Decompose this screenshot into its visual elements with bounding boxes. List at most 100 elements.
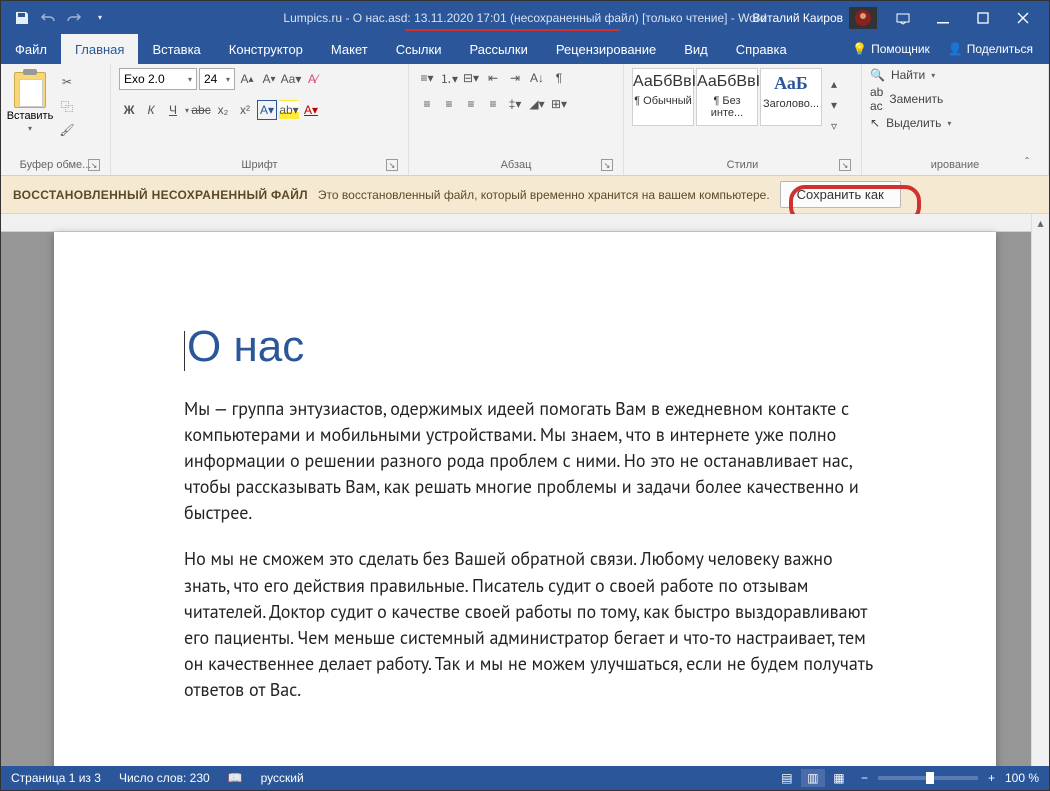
grow-font-icon[interactable]: A▴	[237, 69, 257, 89]
font-size-combo[interactable]: 24▾	[199, 68, 235, 90]
redo-icon[interactable]	[65, 9, 83, 27]
align-left-icon[interactable]: ≡	[417, 94, 437, 114]
sort-icon[interactable]: A↓	[527, 68, 547, 88]
style-preview: АаБбВвІ	[633, 73, 693, 91]
ribbon: Вставить ▾ ✂ ⿻ 🖌 Буфер обме...↘ Exo 2.0▾…	[1, 64, 1049, 176]
line-spacing-icon[interactable]: ‡▾	[505, 94, 525, 114]
align-center-icon[interactable]: ≡	[439, 94, 459, 114]
select-button[interactable]: ↖Выделить ▾	[870, 116, 951, 130]
save-icon[interactable]	[13, 9, 31, 27]
document-area: ▴ О нас Мы — группа энтузиастов, одержим…	[1, 214, 1049, 766]
status-words[interactable]: Число слов: 230	[119, 771, 210, 785]
subscript-icon[interactable]: x₂	[213, 100, 233, 120]
align-right-icon[interactable]: ≡	[461, 94, 481, 114]
zoom-level[interactable]: 100 %	[1005, 771, 1039, 785]
status-language[interactable]: русский	[261, 771, 304, 785]
read-mode-icon[interactable]: ▤	[775, 769, 799, 787]
text-effects-icon[interactable]: A▾	[257, 100, 277, 120]
scroll-up-icon[interactable]: ▴	[1032, 214, 1049, 232]
vertical-scrollbar[interactable]: ▴	[1031, 214, 1049, 766]
ribbon-tabs: Файл Главная Вставка Конструктор Макет С…	[1, 34, 1049, 64]
shrink-font-icon[interactable]: A▾	[259, 69, 279, 89]
tab-insert[interactable]: Вставка	[138, 34, 214, 64]
dialog-launcher-icon[interactable]: ↘	[88, 159, 100, 171]
web-layout-icon[interactable]: ▦	[827, 769, 851, 787]
strikethrough-icon[interactable]: abc	[191, 100, 211, 120]
styles-row-up-icon[interactable]: ▴	[824, 74, 844, 94]
tab-layout[interactable]: Макет	[317, 34, 382, 64]
zoom-out-icon[interactable]: −	[861, 771, 868, 785]
style-name: ¶ Обычный	[633, 95, 693, 107]
paste-label: Вставить	[7, 110, 54, 122]
style-preview: АаБ	[761, 73, 821, 94]
dialog-launcher-icon[interactable]: ↘	[386, 159, 398, 171]
change-case-icon[interactable]: Aa▾	[281, 69, 301, 89]
tab-file[interactable]: Файл	[1, 34, 61, 64]
qat-customize-icon[interactable]: ▾	[91, 9, 109, 27]
bold-button[interactable]: Ж	[119, 100, 139, 120]
status-proofing-icon[interactable]: 📖	[228, 771, 243, 785]
tab-design[interactable]: Конструктор	[215, 34, 317, 64]
zoom-slider[interactable]	[878, 776, 978, 780]
highlight-icon[interactable]: ab▾	[279, 100, 299, 120]
tab-mailings[interactable]: Рассылки	[455, 34, 541, 64]
document-page[interactable]: О нас Мы — группа энтузиастов, одержимых…	[54, 232, 996, 766]
share-icon: 👤	[948, 42, 963, 56]
status-page[interactable]: Страница 1 из 3	[11, 771, 101, 785]
font-color-icon[interactable]: A▾	[301, 100, 321, 120]
save-as-button[interactable]: Сохранить как	[780, 181, 901, 208]
maximize-icon[interactable]	[963, 4, 1003, 32]
format-painter-icon[interactable]: 🖌	[57, 120, 77, 140]
style-no-spacing[interactable]: АаБбВвІ ¶ Без инте...	[696, 68, 758, 126]
word-window: ▾ Lumpics.ru - О нас.asd: 13.11.2020 17:…	[0, 0, 1050, 791]
tab-view[interactable]: Вид	[670, 34, 722, 64]
bullets-icon[interactable]: ≡▾	[417, 68, 437, 88]
cursor-icon: ↖	[870, 116, 880, 130]
tab-review[interactable]: Рецензирование	[542, 34, 670, 64]
style-normal[interactable]: АаБбВвІ ¶ Обычный	[632, 68, 694, 126]
cut-icon[interactable]: ✂	[57, 72, 77, 92]
tab-references[interactable]: Ссылки	[382, 34, 456, 64]
tell-me-button[interactable]: 💡Помощник	[844, 42, 938, 56]
font-name-combo[interactable]: Exo 2.0▾	[119, 68, 197, 90]
numbering-icon[interactable]: ⒈▾	[439, 68, 459, 88]
dialog-launcher-icon[interactable]: ↘	[601, 159, 613, 171]
search-icon: 🔍	[870, 68, 885, 82]
replace-button[interactable]: abacЗаменить	[870, 85, 951, 113]
tab-home[interactable]: Главная	[61, 34, 138, 64]
collapse-ribbon-icon[interactable]: ˆ	[1025, 155, 1041, 171]
show-marks-icon[interactable]: ¶	[549, 68, 569, 88]
print-layout-icon[interactable]: ▥	[801, 769, 825, 787]
find-label: Найти	[891, 68, 925, 82]
underline-button[interactable]: Ч	[163, 100, 183, 120]
horizontal-ruler[interactable]	[1, 214, 1031, 232]
styles-row-down-icon[interactable]: ▾	[824, 95, 844, 115]
shading-icon[interactable]: ◢▾	[527, 94, 547, 114]
ribbon-display-icon[interactable]	[883, 4, 923, 32]
style-heading1[interactable]: АаБ Заголово...	[760, 68, 822, 126]
group-clipboard: Вставить ▾ ✂ ⿻ 🖌 Буфер обме...↘	[1, 64, 111, 175]
decrease-indent-icon[interactable]: ⇤	[483, 68, 503, 88]
user-name[interactable]: Виталий Каиров	[752, 11, 843, 25]
doc-heading: О нас	[184, 322, 876, 372]
tab-help[interactable]: Справка	[722, 34, 801, 64]
clear-format-icon[interactable]: A⁄	[303, 69, 323, 89]
copy-icon[interactable]: ⿻	[57, 96, 77, 116]
dialog-launcher-icon[interactable]: ↘	[839, 159, 851, 171]
multilevel-icon[interactable]: ⊟▾	[461, 68, 481, 88]
borders-icon[interactable]: ⊞▾	[549, 94, 569, 114]
user-avatar[interactable]	[849, 7, 877, 29]
find-button[interactable]: 🔍Найти ▾	[870, 68, 951, 82]
share-button[interactable]: 👤Поделиться	[940, 42, 1041, 56]
zoom-in-icon[interactable]: +	[988, 771, 995, 785]
undo-icon[interactable]	[39, 9, 57, 27]
clipboard-group-label: Буфер обме...↘	[9, 157, 102, 173]
paste-button[interactable]: Вставить ▾	[9, 68, 51, 157]
close-icon[interactable]	[1003, 4, 1043, 32]
minimize-icon[interactable]	[923, 4, 963, 32]
styles-expand-icon[interactable]: ▿	[824, 116, 844, 136]
increase-indent-icon[interactable]: ⇥	[505, 68, 525, 88]
superscript-icon[interactable]: x²	[235, 100, 255, 120]
italic-button[interactable]: К	[141, 100, 161, 120]
justify-icon[interactable]: ≡	[483, 94, 503, 114]
